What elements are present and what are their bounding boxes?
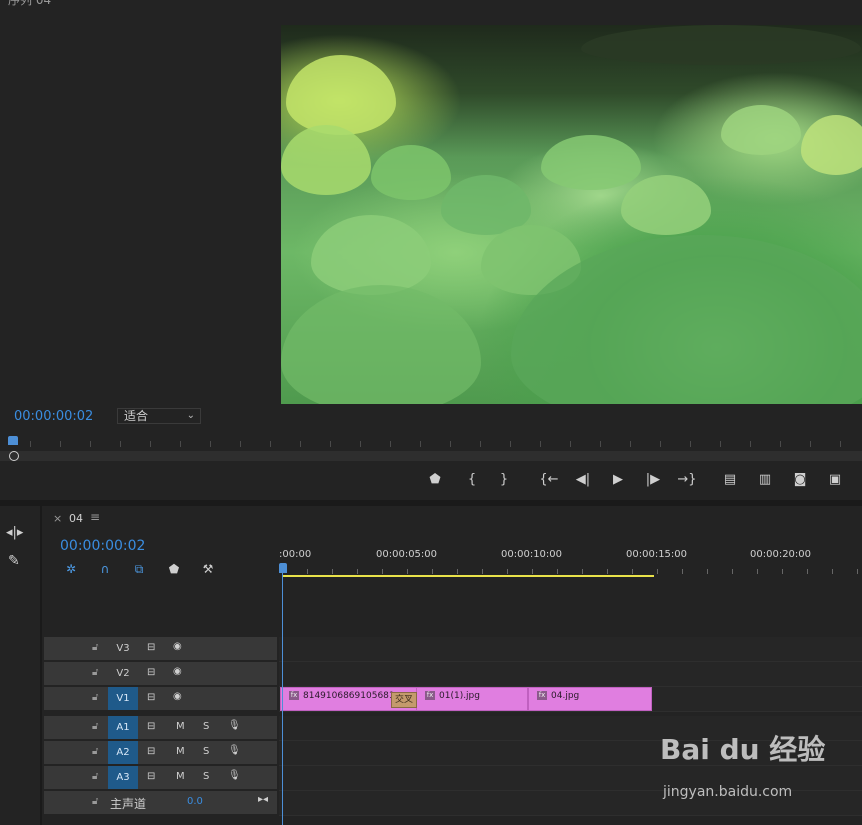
work-area-bar[interactable]: [282, 575, 654, 577]
clip-2[interactable]: fx 01(1).jpg: [416, 687, 528, 711]
timeline-timecode[interactable]: 00:00:00:02: [60, 538, 145, 554]
clip-label: 8149106869105681: [303, 691, 395, 701]
lock-icon[interactable]: 🔓︎: [92, 771, 98, 782]
mute-button[interactable]: M: [176, 721, 185, 732]
ruler-label: :00:00: [279, 549, 312, 560]
lock-icon[interactable]: 🔓︎: [92, 667, 98, 678]
ripple-edit-icon[interactable]: ◂|▸: [6, 525, 23, 540]
video-preview: [281, 25, 862, 404]
go-to-out-icon[interactable]: →}: [677, 471, 697, 489]
eye-icon[interactable]: ◉: [173, 666, 182, 677]
microphone-icon[interactable]: 🎙︎: [228, 745, 241, 756]
close-icon[interactable]: ×: [53, 512, 62, 525]
compare-icon[interactable]: ▣: [825, 471, 845, 489]
timeline-ruler[interactable]: :00:00 00:00:05:00 00:00:10:00 00:00:15:…: [279, 545, 862, 577]
solo-button[interactable]: S: [203, 721, 209, 732]
eye-icon[interactable]: ◉: [173, 641, 182, 652]
fx-badge: fx: [537, 691, 547, 700]
nest-icon[interactable]: ✲: [63, 561, 79, 577]
sync-lock-icon[interactable]: ⊟: [147, 692, 155, 703]
sync-lock-icon[interactable]: ⊟: [147, 746, 155, 757]
microphone-icon[interactable]: 🎙︎: [228, 720, 241, 731]
linked-selection-icon[interactable]: ⧉: [131, 561, 147, 577]
track-header-v1: [44, 687, 277, 710]
mute-button[interactable]: M: [176, 771, 185, 782]
track-label-v1[interactable]: V1: [108, 687, 138, 710]
mute-button[interactable]: M: [176, 746, 185, 757]
track-row-v3[interactable]: [279, 637, 862, 662]
track-label-a2[interactable]: A2: [108, 741, 138, 764]
add-marker-icon[interactable]: ⬟: [166, 561, 182, 577]
menu-icon[interactable]: ≡: [90, 510, 100, 524]
track-row-v2[interactable]: [279, 662, 862, 687]
extract-icon[interactable]: ▥: [755, 471, 775, 489]
track-header-a1: [44, 716, 277, 739]
step-forward-icon[interactable]: |▶: [643, 471, 663, 489]
wrench-icon[interactable]: ⚒: [200, 561, 216, 577]
mark-in-icon[interactable]: {: [462, 471, 482, 489]
track-label-a3[interactable]: A3: [108, 766, 138, 789]
pen-icon[interactable]: ✎: [8, 553, 20, 569]
sync-lock-icon[interactable]: ⊟: [147, 642, 155, 653]
cross-dissolve-transition[interactable]: 交叉: [391, 692, 417, 708]
master-track-label: 主声道: [110, 797, 147, 811]
tools-panel: [0, 506, 42, 825]
monitor-playhead[interactable]: [8, 436, 18, 445]
playhead-line: [282, 573, 283, 825]
microphone-icon[interactable]: 🎙︎: [228, 770, 241, 781]
step-back-icon[interactable]: ◀|: [573, 471, 593, 489]
clip-label: 04.jpg: [551, 691, 580, 701]
fx-badge: fx: [289, 691, 299, 700]
sync-lock-icon[interactable]: ⊟: [147, 721, 155, 732]
camera-icon[interactable]: ◙: [790, 471, 810, 489]
lock-icon[interactable]: 🔓︎: [92, 746, 98, 757]
monitor-ruler[interactable]: [0, 436, 862, 450]
fit-dropdown[interactable]: 适合 ⌄: [117, 408, 201, 424]
lock-icon[interactable]: 🔓︎: [92, 721, 98, 732]
track-header-v2: [44, 662, 277, 685]
track-label-v2[interactable]: V2: [108, 662, 138, 685]
collapse-icon[interactable]: ▸◂: [258, 794, 268, 805]
track-header-a2: [44, 741, 277, 764]
track-label-a1[interactable]: A1: [108, 716, 138, 739]
track-header-a3: [44, 766, 277, 789]
ruler-label: 00:00:05:00: [376, 549, 438, 560]
scrub-handle[interactable]: [9, 451, 19, 461]
fit-dropdown-value: 适合: [124, 409, 149, 423]
solo-button[interactable]: S: [203, 746, 209, 757]
ruler-label: 00:00:15:00: [626, 549, 688, 560]
master-volume-value[interactable]: 0.0: [187, 796, 203, 807]
clip-label: 01(1).jpg: [439, 691, 480, 701]
mark-out-icon[interactable]: }: [494, 471, 514, 489]
sequence-tab[interactable]: 04: [69, 512, 83, 525]
track-header-v3: [44, 637, 277, 660]
monitor-timecode[interactable]: 00:00:00:02: [14, 409, 93, 424]
solo-button[interactable]: S: [203, 771, 209, 782]
clip-3[interactable]: fx 04.jpg: [528, 687, 652, 711]
ruler-label: 00:00:10:00: [501, 549, 563, 560]
track-label-v3[interactable]: V3: [108, 637, 138, 660]
ruler-label: 00:00:20:00: [750, 549, 812, 560]
sync-lock-icon[interactable]: ⊟: [147, 667, 155, 678]
eye-icon[interactable]: ◉: [173, 691, 182, 702]
watermark-logo: Bai du 经验: [660, 733, 826, 766]
lift-icon[interactable]: ▤: [720, 471, 740, 489]
marker-icon[interactable]: ⬟: [425, 471, 445, 489]
watermark-url: jingyan.baidu.com: [663, 784, 793, 800]
lock-icon[interactable]: 🔓︎: [92, 642, 98, 653]
track-header-master: [44, 791, 277, 814]
monitor-title: 序列 04: [8, 0, 52, 7]
snap-icon[interactable]: ∩: [97, 561, 113, 577]
go-to-in-icon[interactable]: {←: [539, 471, 559, 489]
lock-icon[interactable]: 🔓︎: [92, 796, 98, 807]
fx-badge: fx: [425, 691, 435, 700]
sync-lock-icon[interactable]: ⊟: [147, 771, 155, 782]
chevron-down-icon: ⌄: [186, 410, 195, 421]
timeline-playhead[interactable]: [279, 563, 287, 573]
play-icon[interactable]: ▶: [608, 471, 628, 489]
lock-icon[interactable]: 🔓︎: [92, 692, 98, 703]
monitor-scrub-bar[interactable]: [0, 451, 862, 461]
